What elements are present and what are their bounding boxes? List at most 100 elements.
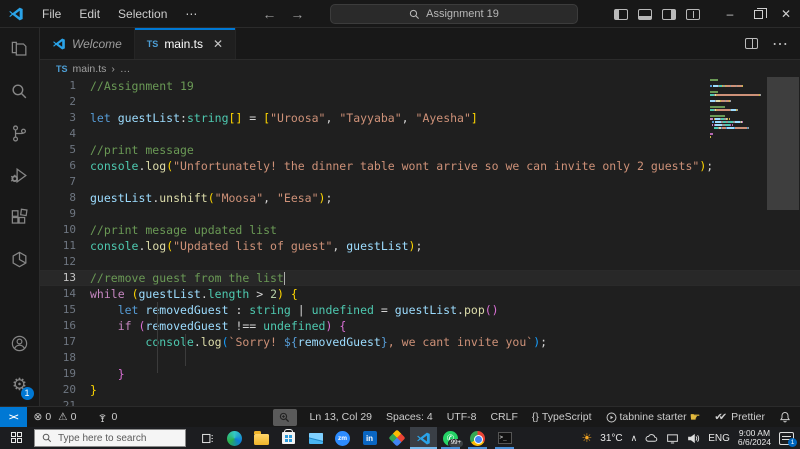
temperature[interactable]: 31°C	[600, 433, 622, 444]
code-line[interactable]: 5 //print message	[40, 142, 800, 158]
code-line[interactable]: 1 //Assignment 19	[40, 78, 800, 94]
linkedin-button[interactable]: in	[356, 427, 383, 449]
code-line[interactable]: 16 if (removedGuest !== undefined) {	[40, 318, 800, 334]
code-line[interactable]: 14 while (guestList.length > 2) {	[40, 286, 800, 302]
menu-file[interactable]: File	[33, 4, 70, 24]
tab-close-icon[interactable]: ✕	[213, 37, 223, 51]
remote-indicator[interactable]: ><	[0, 406, 27, 428]
braces-icon: {}	[531, 411, 539, 423]
tabnine-sidebar-icon[interactable]	[0, 238, 40, 280]
tabnine-status[interactable]: tabnine starter ☛	[606, 410, 700, 424]
code-line[interactable]: 8 guestList.unshift("Moosa", "Eesa");	[40, 190, 800, 206]
network-icon[interactable]	[666, 433, 679, 444]
code-line[interactable]: 18	[40, 350, 800, 366]
code-line[interactable]: 2	[40, 94, 800, 110]
editor-more-actions-icon[interactable]: ⋯	[772, 34, 788, 54]
split-editor-icon[interactable]	[745, 38, 758, 49]
breadcrumb-more[interactable]: …	[120, 63, 131, 75]
code-line[interactable]: 20}	[40, 382, 800, 398]
code-line[interactable]: 6 console.log("Unfortunately! the dinner …	[40, 158, 800, 174]
tab-welcome[interactable]: Welcome	[40, 28, 135, 59]
restore-button[interactable]	[744, 0, 772, 28]
start-button[interactable]	[0, 427, 34, 449]
code-line[interactable]: 3 let guestList:string[] = ["Uroosa", "Ta…	[40, 110, 800, 126]
encoding[interactable]: UTF-8	[447, 411, 477, 423]
settings-gear-icon[interactable]: ⚙ 1	[0, 364, 40, 406]
typescript-file-icon: TS	[56, 63, 68, 74]
minimap-segment	[734, 127, 747, 129]
code-line[interactable]: 21	[40, 398, 800, 406]
ports-indicator[interactable]: 0	[97, 411, 117, 423]
toggle-sidebar-icon[interactable]	[614, 8, 628, 20]
code-lines: 1//Assignment 19 2 3 let guestList:string[]…	[40, 78, 800, 406]
cursor-position[interactable]: Ln 13, Col 29	[310, 411, 372, 423]
input-language[interactable]: ENG	[708, 433, 730, 444]
menu-selection[interactable]: Selection	[109, 4, 176, 24]
code-line[interactable]: 10 //print mesage updated list	[40, 222, 800, 238]
code-line[interactable]: 11 console.log("Updated list of guest", g…	[40, 238, 800, 254]
code-token: (	[221, 335, 229, 349]
minimap[interactable]	[710, 79, 762, 142]
code-line[interactable]: 15 let removedGuest : string | undefined…	[40, 302, 800, 318]
menu-more[interactable]: ⋯	[176, 4, 206, 24]
menu-edit[interactable]: Edit	[70, 4, 109, 24]
whatsapp-button[interactable]: ✆ 99+	[437, 427, 464, 449]
editor-scrollbar[interactable]	[766, 77, 800, 406]
toggle-secondary-sidebar-icon[interactable]	[662, 8, 676, 20]
edge-button[interactable]	[221, 427, 248, 449]
nav-back-icon[interactable]: ←	[262, 6, 276, 22]
mail-button[interactable]	[302, 427, 329, 449]
run-debug-icon[interactable]	[0, 154, 40, 196]
code-line[interactable]: 12	[40, 254, 800, 270]
file-explorer-button[interactable]	[248, 427, 275, 449]
volume-icon[interactable]	[687, 433, 700, 444]
code-line[interactable]: 4	[40, 126, 800, 142]
code-line[interactable]: 7	[40, 174, 800, 190]
explorer-icon[interactable]	[0, 28, 40, 70]
chrome-button[interactable]	[464, 427, 491, 449]
problems-indicator[interactable]: ⊗ 0 ⚠ 0	[34, 411, 77, 423]
nav-forward-icon[interactable]: →	[290, 6, 304, 22]
close-window-button[interactable]: ✕	[772, 0, 800, 28]
code-text: }	[76, 366, 125, 382]
onedrive-icon[interactable]	[645, 433, 658, 443]
zoom-button[interactable]: zm	[329, 427, 356, 449]
minimize-button[interactable]: –	[716, 0, 744, 28]
terminal-button[interactable]: >_	[491, 427, 518, 449]
notifications-bell[interactable]	[779, 411, 791, 423]
line-number: 17	[62, 335, 76, 348]
system-tray: ☀ 31°C ∧ ENG 9:00 AM 6/6/2024 1	[582, 429, 800, 447]
accounts-icon[interactable]	[0, 322, 40, 364]
microsoft-store-button[interactable]	[275, 427, 302, 449]
google-app-button[interactable]	[383, 427, 410, 449]
code-token: (	[131, 287, 139, 301]
code-line[interactable]: 13 //remove guest from the list	[40, 270, 800, 286]
search-sidebar-icon[interactable]	[0, 70, 40, 112]
eol-sequence[interactable]: CRLF	[490, 411, 517, 423]
scrollbar-thumb[interactable]	[767, 77, 799, 210]
tab-main-ts[interactable]: TS main.ts ✕	[134, 28, 237, 59]
extensions-icon[interactable]	[0, 196, 40, 238]
language-mode[interactable]: {} TypeScript	[532, 411, 592, 423]
weather-sun-icon[interactable]: ☀	[582, 431, 593, 445]
tray-chevron-icon[interactable]: ∧	[631, 433, 638, 444]
taskbar-search[interactable]: Type here to search	[34, 429, 186, 447]
task-view-button[interactable]	[194, 427, 221, 449]
code-line[interactable]: 17 console.log(`Sorry! ${removedGuest}, …	[40, 334, 800, 350]
tray-clock[interactable]: 9:00 AM 6/6/2024	[738, 429, 771, 447]
zoom-indicator[interactable]	[272, 408, 297, 426]
code-line[interactable]: 19 }	[40, 366, 800, 382]
breadcrumb[interactable]: TS main.ts › …	[40, 60, 800, 77]
command-center-search[interactable]: Assignment 19	[330, 4, 578, 24]
toggle-panel-icon[interactable]	[638, 8, 652, 20]
source-control-icon[interactable]	[0, 112, 40, 154]
breadcrumb-file[interactable]: main.ts	[73, 63, 107, 75]
customize-layout-icon[interactable]	[686, 8, 700, 20]
notification-center-icon[interactable]: 1	[779, 431, 797, 447]
vscode-taskbar-button[interactable]	[410, 427, 437, 449]
code-line[interactable]: 9	[40, 206, 800, 222]
indentation[interactable]: Spaces: 4	[386, 411, 433, 423]
prettier-status[interactable]: ✔✔ Prettier	[714, 411, 765, 423]
editor[interactable]: 1//Assignment 19 2 3 let guestList:string[]…	[40, 77, 800, 406]
